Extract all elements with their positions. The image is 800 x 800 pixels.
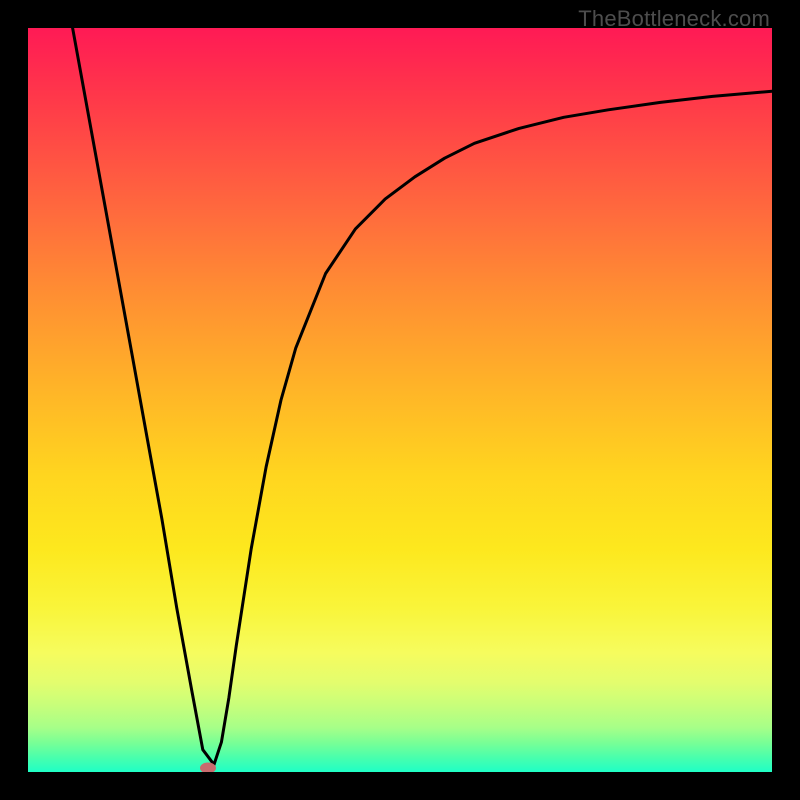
bottleneck-curve <box>28 28 772 772</box>
watermark-text: TheBottleneck.com <box>578 6 770 32</box>
plot-area <box>28 28 772 772</box>
chart-frame: TheBottleneck.com <box>0 0 800 800</box>
minimum-marker <box>200 763 216 772</box>
